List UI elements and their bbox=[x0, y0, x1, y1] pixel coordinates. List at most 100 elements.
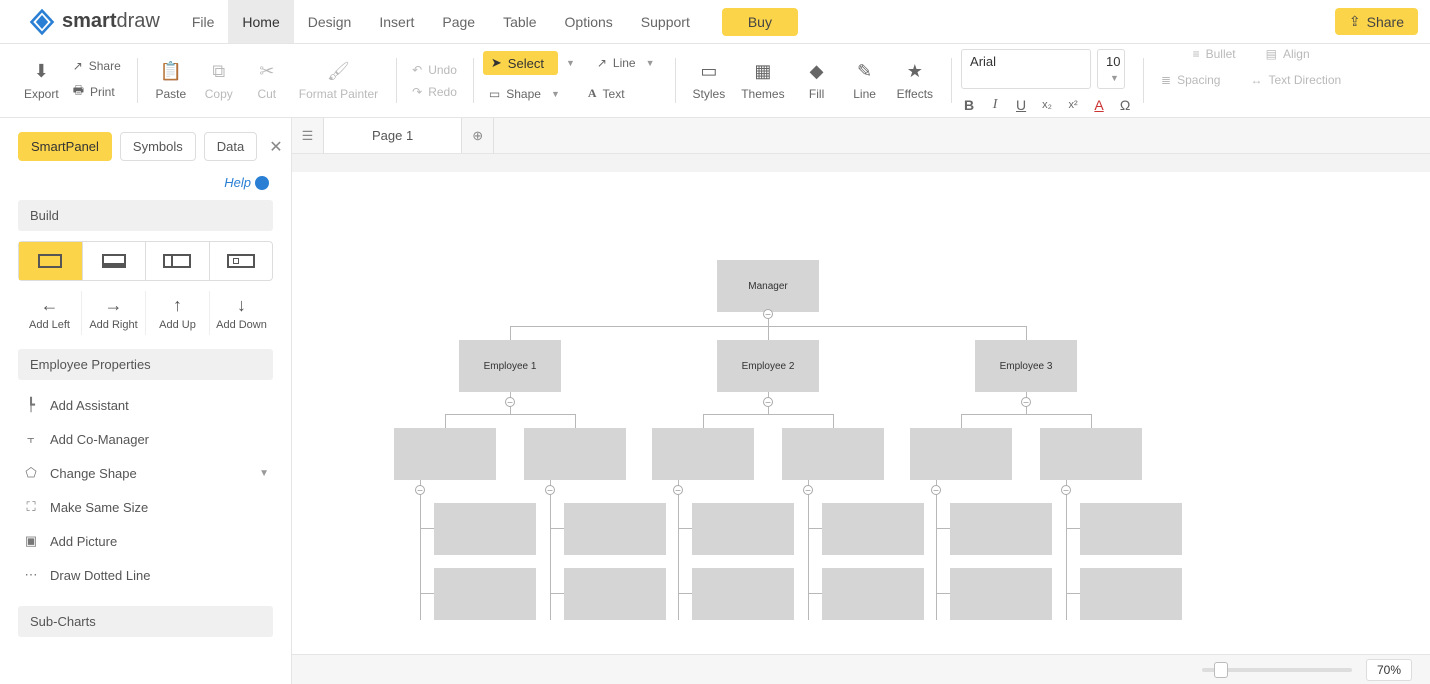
menu-design[interactable]: Design bbox=[294, 0, 366, 43]
menu-home[interactable]: Home bbox=[228, 0, 293, 43]
line-dropdown[interactable]: ▼ bbox=[642, 58, 659, 68]
themes-button[interactable]: ▦Themes bbox=[733, 57, 792, 105]
collapse-toggle[interactable] bbox=[545, 485, 555, 495]
node-blank[interactable] bbox=[950, 503, 1052, 555]
shape-type-4[interactable] bbox=[209, 242, 273, 280]
export-button[interactable]: ⬇ Export bbox=[16, 57, 67, 105]
copy-button[interactable]: ⧉Copy bbox=[195, 57, 243, 105]
add-down-button[interactable]: ↓Add Down bbox=[209, 291, 273, 335]
font-family-select[interactable]: Arial bbox=[961, 49, 1091, 89]
make-same-size[interactable]: ⛶Make Same Size bbox=[18, 490, 273, 524]
node-blank[interactable] bbox=[1040, 428, 1142, 480]
add-co-manager[interactable]: ⫟Add Co-Manager bbox=[18, 422, 273, 456]
collapse-toggle[interactable] bbox=[763, 397, 773, 407]
text-color-button[interactable]: A bbox=[1091, 97, 1107, 113]
node-blank[interactable] bbox=[652, 428, 754, 480]
buy-button[interactable]: Buy bbox=[722, 8, 798, 36]
node-blank[interactable] bbox=[434, 503, 536, 555]
print-button[interactable]: 🖶Print bbox=[67, 78, 127, 105]
bullet-button[interactable]: ≡Bullet bbox=[1187, 44, 1242, 64]
collapse-toggle[interactable] bbox=[803, 485, 813, 495]
draw-dotted-line[interactable]: ⋯Draw Dotted Line bbox=[18, 558, 273, 592]
add-left-button[interactable]: ←Add Left bbox=[18, 291, 81, 335]
select-dropdown[interactable]: ▼ bbox=[562, 58, 579, 68]
menu-table[interactable]: Table bbox=[489, 0, 550, 43]
shape-type-2[interactable] bbox=[82, 242, 146, 280]
logo[interactable]: smartdraw bbox=[0, 0, 178, 43]
add-assistant[interactable]: ┡Add Assistant bbox=[18, 388, 273, 422]
node-blank[interactable] bbox=[524, 428, 626, 480]
help-link[interactable]: Help? bbox=[224, 175, 269, 190]
tab-smartpanel[interactable]: SmartPanel bbox=[18, 132, 112, 161]
node-blank[interactable] bbox=[822, 568, 924, 620]
node-blank[interactable] bbox=[564, 503, 666, 555]
add-page-button[interactable]: ⊕ bbox=[462, 118, 494, 153]
align-button[interactable]: ▤Align bbox=[1260, 44, 1316, 64]
add-right-button[interactable]: →Add Right bbox=[81, 291, 145, 335]
cut-button[interactable]: ✂Cut bbox=[243, 57, 291, 105]
canvas[interactable]: Manager Employee 1 Employee 2 Employee 3 bbox=[292, 154, 1430, 654]
line-style-button[interactable]: ✎Line bbox=[841, 57, 889, 105]
redo-button[interactable]: ↷Redo bbox=[406, 82, 463, 102]
node-blank[interactable] bbox=[1080, 503, 1182, 555]
tab-data[interactable]: Data bbox=[204, 132, 257, 161]
node-employee-2[interactable]: Employee 2 bbox=[717, 340, 819, 392]
node-blank[interactable] bbox=[910, 428, 1012, 480]
menu-page[interactable]: Page bbox=[428, 0, 489, 43]
paste-button[interactable]: 📋Paste bbox=[147, 57, 195, 105]
change-shape[interactable]: ⬠Change Shape▼ bbox=[18, 456, 273, 490]
add-picture[interactable]: ▣Add Picture bbox=[18, 524, 273, 558]
shape-dropdown[interactable]: ▼ bbox=[547, 89, 564, 99]
format-painter-button[interactable]: 🖌Format Painter bbox=[291, 57, 386, 105]
collapse-toggle[interactable] bbox=[415, 485, 425, 495]
zoom-percent[interactable]: 70% bbox=[1366, 659, 1412, 681]
node-employee-1[interactable]: Employee 1 bbox=[459, 340, 561, 392]
fill-button[interactable]: ◆Fill bbox=[793, 57, 841, 105]
superscript-button[interactable]: x² bbox=[1065, 99, 1081, 111]
symbol-button[interactable]: Ω bbox=[1117, 97, 1133, 113]
node-blank[interactable] bbox=[782, 428, 884, 480]
node-blank[interactable] bbox=[1080, 568, 1182, 620]
undo-button[interactable]: ↶Undo bbox=[406, 60, 463, 80]
menu-support[interactable]: Support bbox=[627, 0, 704, 43]
italic-button[interactable]: I bbox=[987, 97, 1003, 113]
tab-symbols[interactable]: Symbols bbox=[120, 132, 196, 161]
node-blank[interactable] bbox=[822, 503, 924, 555]
add-up-button[interactable]: ↑Add Up bbox=[145, 291, 209, 335]
collapse-toggle[interactable] bbox=[763, 309, 773, 319]
node-blank[interactable] bbox=[564, 568, 666, 620]
text-tool[interactable]: AText bbox=[582, 83, 631, 104]
styles-button[interactable]: ▭Styles bbox=[685, 57, 734, 105]
node-blank[interactable] bbox=[950, 568, 1052, 620]
shape-type-1[interactable] bbox=[19, 242, 82, 280]
bold-button[interactable]: B bbox=[961, 97, 977, 113]
zoom-thumb[interactable] bbox=[1214, 662, 1228, 678]
node-blank[interactable] bbox=[692, 568, 794, 620]
node-blank[interactable] bbox=[692, 503, 794, 555]
shape-tool[interactable]: ▭Shape▼ bbox=[483, 84, 570, 104]
collapse-toggle[interactable] bbox=[1061, 485, 1071, 495]
collapse-toggle[interactable] bbox=[673, 485, 683, 495]
underline-button[interactable]: U bbox=[1013, 97, 1029, 113]
node-employee-3[interactable]: Employee 3 bbox=[975, 340, 1077, 392]
page-tab-1[interactable]: Page 1 bbox=[324, 118, 462, 153]
line-tool[interactable]: ↗Line▼ bbox=[591, 53, 665, 73]
node-blank[interactable] bbox=[394, 428, 496, 480]
collapse-toggle[interactable] bbox=[931, 485, 941, 495]
collapse-toggle[interactable] bbox=[505, 397, 515, 407]
shape-type-3[interactable] bbox=[145, 242, 209, 280]
collapse-toggle[interactable] bbox=[1021, 397, 1031, 407]
font-size-select[interactable]: 10 ▼ bbox=[1097, 49, 1125, 89]
menu-file[interactable]: File bbox=[178, 0, 229, 43]
zoom-slider[interactable] bbox=[1202, 668, 1352, 672]
effects-button[interactable]: ★Effects bbox=[889, 57, 941, 105]
subscript-button[interactable]: x₂ bbox=[1039, 99, 1055, 111]
share-button-top[interactable]: ⇪ Share bbox=[1335, 8, 1418, 35]
menu-insert[interactable]: Insert bbox=[365, 0, 428, 43]
node-blank[interactable] bbox=[434, 568, 536, 620]
text-direction-button[interactable]: ↔Text Direction bbox=[1244, 70, 1347, 90]
node-manager[interactable]: Manager bbox=[717, 260, 819, 312]
page-list-button[interactable]: ☰ bbox=[292, 118, 324, 153]
spacing-button[interactable]: ≣Spacing bbox=[1155, 70, 1226, 90]
close-panel-button[interactable]: ✕ bbox=[269, 137, 282, 157]
